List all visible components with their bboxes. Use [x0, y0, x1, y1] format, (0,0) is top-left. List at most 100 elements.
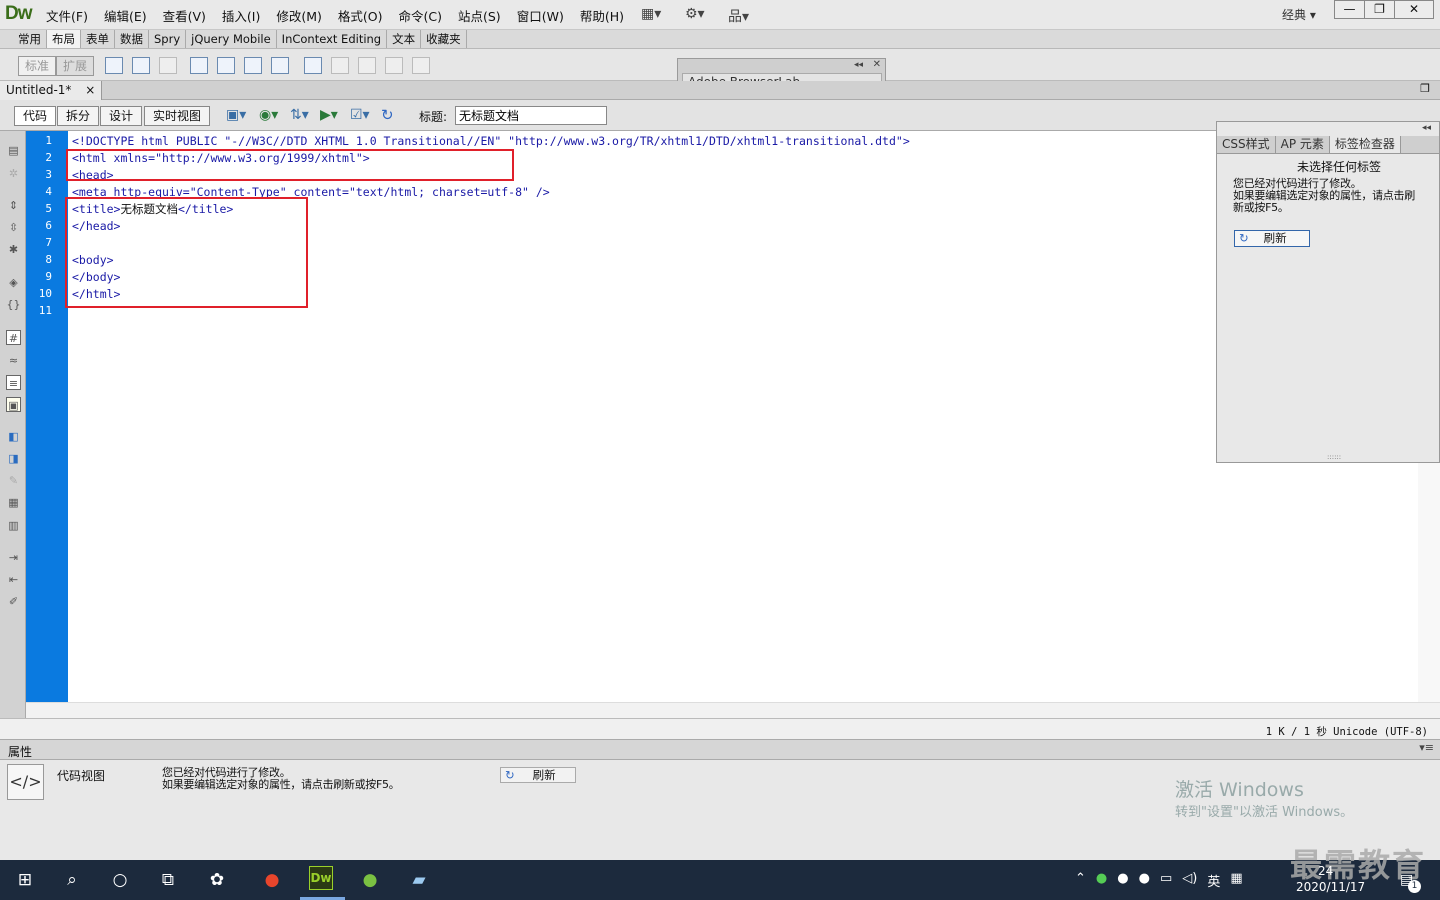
collapse-panel-icon[interactable]: ◂◂	[1422, 123, 1431, 133]
volume-icon[interactable]: ◁)	[1182, 871, 1197, 890]
tab-spry[interactable]: Spry	[149, 30, 187, 48]
close-tab-icon[interactable]: ×	[85, 83, 95, 97]
document-tab[interactable]: Untitled-1* ×	[0, 81, 103, 100]
standard-mode-button[interactable]: 标准	[18, 56, 57, 76]
restore-button[interactable]: ❐	[1364, 0, 1395, 19]
open-documents-icon[interactable]: ▤	[6, 143, 21, 158]
close-button[interactable]: ✕	[1394, 0, 1434, 19]
insert-ap-div-icon[interactable]	[132, 57, 150, 74]
resize-grip[interactable]: ::::::	[1327, 453, 1341, 461]
pinwheel-app-icon[interactable]: ✿	[203, 866, 231, 894]
spry-tabs-icon[interactable]	[244, 57, 262, 74]
collapse-selection-icon[interactable]: ⇳	[6, 220, 21, 235]
draw-ap-div-icon[interactable]	[159, 57, 177, 74]
wechat-icon[interactable]: ●	[1096, 871, 1107, 890]
tab-data[interactable]: 数据	[115, 30, 149, 48]
insert-column-icon[interactable]	[385, 57, 403, 74]
spry-menu-icon[interactable]	[217, 57, 235, 74]
qq-icon[interactable]: ●	[1117, 871, 1128, 890]
live-code-icon[interactable]: ▶▾	[320, 107, 338, 123]
highlight-invalid-icon[interactable]: ≈	[6, 353, 21, 368]
w3c-validation-icon[interactable]: ☑▾	[350, 107, 370, 123]
menu-modify[interactable]: 修改(M)	[268, 6, 330, 25]
collapse-icon[interactable]: ◂◂	[854, 60, 863, 70]
menu-insert[interactable]: 插入(I)	[214, 6, 268, 25]
expand-all-icon[interactable]: ✱	[6, 242, 21, 257]
indent-code-icon[interactable]: ⇥	[6, 550, 21, 565]
tab-css-styles[interactable]: CSS样式	[1217, 136, 1276, 153]
design-view-button[interactable]: 设计	[100, 106, 143, 126]
code-view-button[interactable]: 代码	[14, 106, 57, 126]
wrap-tag-icon[interactable]: ✎	[6, 473, 21, 488]
collapse-full-tag-icon[interactable]: ⇕	[6, 198, 21, 213]
tab-layout[interactable]: 布局	[47, 30, 81, 48]
tab-favorites[interactable]: 收藏夹	[421, 30, 467, 48]
tab-incontext-editing[interactable]: InContext Editing	[277, 30, 388, 48]
panel-refresh-button[interactable]: ↻ 刷新	[1234, 230, 1310, 247]
panel-options-icon[interactable]: ▾≡	[1419, 741, 1434, 754]
close-icon[interactable]: ✕	[873, 59, 881, 70]
menu-site[interactable]: 站点(S)	[450, 6, 509, 25]
workspace-switcher[interactable]: 经典 ▾	[1282, 6, 1316, 23]
task-view-icon[interactable]: ⧉	[154, 866, 182, 894]
tab-forms[interactable]: 表单	[81, 30, 115, 48]
spry-accordion-icon[interactable]	[271, 57, 289, 74]
syntax-coloring-icon[interactable]: ▣	[6, 397, 21, 412]
file-management-icon[interactable]: ⇅▾	[290, 107, 309, 123]
clock-date[interactable]: 2020/11/17	[1296, 880, 1365, 894]
select-parent-tag-icon[interactable]: ◈	[6, 275, 21, 290]
restore-doc-icon[interactable]: ❐	[1420, 82, 1430, 95]
dreamweaver-taskbar-icon[interactable]: Dw	[309, 866, 333, 890]
tab-text[interactable]: 文本	[387, 30, 422, 48]
frames-icon[interactable]	[412, 57, 430, 74]
move-css-icon[interactable]: ▥	[6, 518, 21, 533]
menu-format[interactable]: 格式(O)	[330, 6, 391, 25]
menu-file[interactable]: 文件(F)	[38, 6, 96, 25]
live-view-button[interactable]: 实时视图	[144, 106, 211, 126]
expanded-mode-button[interactable]: 扩展	[56, 56, 95, 76]
ime-indicator[interactable]: 英	[1207, 871, 1220, 890]
tab-jquery-mobile[interactable]: jQuery Mobile	[186, 30, 277, 48]
menu-view[interactable]: 查看(V)	[155, 6, 214, 25]
format-source-icon[interactable]: ✐	[6, 594, 21, 609]
menu-commands[interactable]: 命令(C)	[391, 6, 450, 25]
show-hidden-icons-icon[interactable]: ⌃	[1075, 871, 1086, 890]
recent-snippets-icon[interactable]: ▦	[6, 495, 21, 510]
outdent-code-icon[interactable]: ⇤	[6, 572, 21, 587]
menu-edit[interactable]: 编辑(E)	[96, 6, 155, 25]
horizontal-scrollbar[interactable]	[26, 702, 1440, 718]
insert-row-below-icon[interactable]	[358, 57, 376, 74]
minimize-button[interactable]: —	[1334, 0, 1365, 19]
table-icon[interactable]	[304, 57, 322, 74]
insert-row-above-icon[interactable]	[331, 57, 349, 74]
insert-div-icon[interactable]	[105, 57, 123, 74]
menu-help[interactable]: 帮助(H)	[572, 6, 632, 25]
remove-comment-icon[interactable]: ◨	[6, 451, 21, 466]
layout-icon[interactable]: ▦▾	[641, 6, 661, 22]
start-icon[interactable]: ⊞	[11, 866, 39, 894]
gear-icon[interactable]: ⚙▾	[685, 6, 705, 22]
preview-browser-icon[interactable]: ◉▾	[259, 107, 278, 123]
title-input[interactable]	[455, 106, 607, 125]
tab-common[interactable]: 常用	[13, 30, 47, 48]
ime-mode-icon[interactable]: ▦	[1230, 871, 1242, 890]
search-icon[interactable]: ⌕	[58, 866, 86, 894]
properties-refresh-button[interactable]: ↻ 刷新	[500, 767, 576, 783]
menu-window[interactable]: 窗口(W)	[509, 6, 572, 25]
tab-ap-elements[interactable]: AP 元素	[1276, 136, 1330, 153]
fluid-grid-icon[interactable]	[190, 57, 208, 74]
word-wrap-icon[interactable]: ≡	[6, 375, 21, 390]
notepad-icon[interactable]: ▰	[405, 866, 433, 894]
line-numbers-icon[interactable]: #	[6, 330, 21, 345]
cortana-icon[interactable]: ○	[106, 866, 134, 894]
qq-icon[interactable]: ●	[1139, 871, 1150, 890]
chrome-icon[interactable]: ●	[258, 866, 286, 894]
apply-comment-icon[interactable]: ◧	[6, 429, 21, 444]
green-app-icon[interactable]: ●	[356, 866, 384, 894]
split-view-button[interactable]: 拆分	[57, 106, 100, 126]
balance-braces-icon[interactable]: {}	[6, 297, 21, 312]
multiscreen-icon[interactable]: ▣▾	[226, 107, 246, 123]
tab-tag-inspector[interactable]: 标签检查器	[1329, 136, 1401, 153]
site-icon[interactable]: 品▾	[728, 6, 749, 26]
network-icon[interactable]: ▭	[1160, 871, 1172, 890]
